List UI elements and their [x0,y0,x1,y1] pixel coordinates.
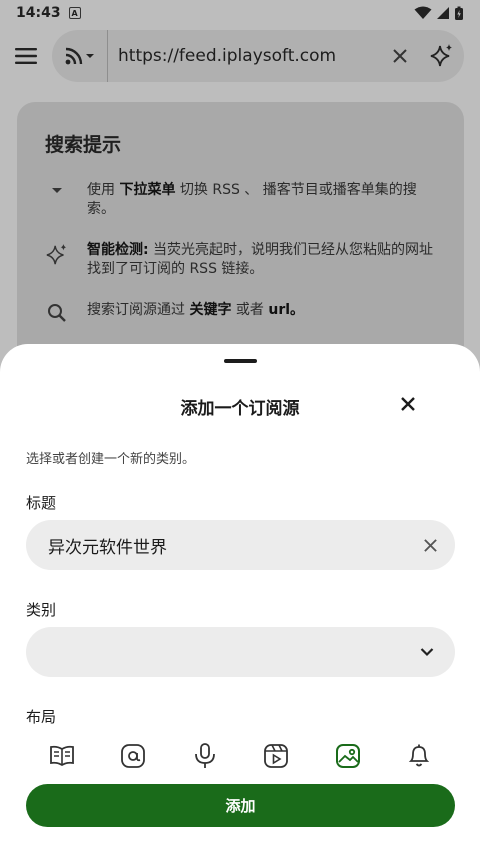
notification-icon: A [68,7,81,19]
layout-option-video[interactable] [250,738,302,774]
add-feed-button[interactable]: 添加 [26,784,455,827]
hamburger-menu-icon [15,48,37,64]
layout-option-social[interactable] [107,738,159,774]
smart-detect-button[interactable] [420,36,464,76]
chevron-down-icon [420,648,434,657]
at-sign-icon [121,744,146,768]
drag-handle[interactable] [224,359,257,363]
title-label: 标题 [26,494,57,512]
sparkle-icon [45,241,69,267]
sparkle-icon [430,44,452,67]
layout-option-article[interactable] [36,738,88,774]
search-icon [45,301,69,323]
url-bar: https://feed.iplaysoft.com [52,30,464,82]
close-icon [401,397,415,411]
hint-item: 搜索订阅源通过 关键字 或者 url。 [45,301,436,323]
layout-label: 布局 [26,708,57,726]
close-icon [393,49,407,63]
layout-option-notification[interactable] [393,738,445,774]
image-icon [335,744,360,768]
podcast-mic-icon [194,743,215,768]
hint-item: 智能检测: 当荧光亮起时，说明我们已经从您粘贴的网址找到了可订阅的 RSS 链接… [45,241,436,279]
status-icons [414,6,464,21]
hint-text: 搜索订阅源通过 关键字 或者 url。 [87,302,305,318]
rss-feed-icon [65,47,82,65]
hint-card-title: 搜索提示 [45,134,122,156]
clear-title-button[interactable] [405,520,455,570]
category-dropdown[interactable] [26,627,455,677]
wifi-icon [414,6,432,19]
sheet-subtitle: 选择或者创建一个新的类别。 [26,452,196,467]
layout-option-podcast[interactable] [179,738,231,774]
book-icon [50,745,74,767]
clear-url-button[interactable] [380,36,420,76]
title-field[interactable]: 异次元软件世界 [26,520,455,570]
status-bar: 14:43 A [0,0,480,26]
menu-button[interactable] [12,42,40,70]
feed-type-dropdown[interactable] [52,30,108,82]
add-feed-bottom-sheet: 添加一个订阅源 选择或者创建一个新的类别。 标题 异次元软件世界 类别 布局 添… [0,344,480,853]
top-app-bar: https://feed.iplaysoft.com [0,28,480,84]
dropdown-arrow-icon [45,181,69,197]
close-icon [423,538,437,552]
notification-bell-icon [408,744,430,767]
battery-icon [455,6,463,20]
url-input[interactable]: https://feed.iplaysoft.com [108,46,380,66]
close-sheet-button[interactable] [392,388,424,420]
video-reel-icon [264,744,289,768]
status-time: 14:43 [16,5,61,21]
layout-option-gallery[interactable] [322,738,374,774]
signal-icon [437,7,449,19]
category-expand-button[interactable] [399,627,455,677]
chevron-down-icon [85,54,94,58]
category-label: 类别 [26,601,57,619]
hint-item: 使用 下拉菜单 切换 RSS 、 播客节目或播客单集的搜索。 [45,181,436,219]
hint-text: 智能检测: 当荧光亮起时，说明我们已经从您粘贴的网址找到了可订阅的 RSS 链接… [87,242,434,277]
hint-text: 使用 下拉菜单 切换 RSS 、 播客节目或播客单集的搜索。 [87,182,417,217]
title-input[interactable]: 异次元软件世界 [48,533,405,558]
layout-options [26,738,455,774]
